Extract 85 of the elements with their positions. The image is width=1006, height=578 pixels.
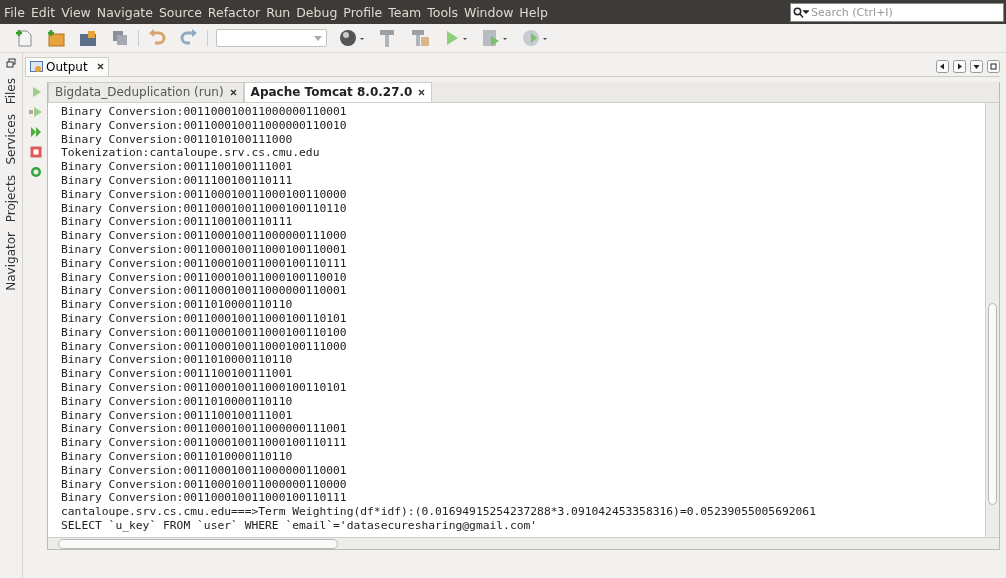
dropdown-icon[interactable] xyxy=(970,59,983,73)
console-line: Binary Conversion:0011100100111001 xyxy=(61,367,294,381)
redo-icon[interactable] xyxy=(179,28,199,48)
console-line: Binary Conversion:0011010000110110 xyxy=(61,298,294,312)
console-line: Binary Conversion:0011100100111001 xyxy=(61,408,294,423)
side-tab[interactable]: Services xyxy=(4,114,18,165)
console-line: Binary Conversion:001100010011000100110111 xyxy=(61,436,348,450)
console-line: Binary Conversion:001100010011000000110001 xyxy=(61,284,348,299)
horizontal-scrollbar[interactable] xyxy=(48,537,999,549)
vertical-scrollbar[interactable] xyxy=(985,103,999,537)
console-line: Binary Conversion:001100010011000000110000 xyxy=(61,477,348,492)
console-line: Binary Conversion:001100010011000100111000 xyxy=(61,339,348,354)
close-icon[interactable] xyxy=(96,63,104,70)
scroll-left-icon[interactable] xyxy=(936,59,949,73)
scrollbar-thumb[interactable] xyxy=(988,303,997,505)
undo-icon[interactable] xyxy=(147,28,167,48)
menu-item[interactable]: Debug xyxy=(296,4,338,20)
scroll-right-icon[interactable] xyxy=(953,59,966,73)
maximize-icon[interactable] xyxy=(987,59,1000,73)
output-window-icon xyxy=(30,60,43,73)
tab-label: Output xyxy=(46,59,88,74)
globe-icon[interactable] xyxy=(339,28,365,48)
menu-item[interactable]: Help xyxy=(519,4,548,20)
console-line: Binary Conversion:001100010011000100110100 xyxy=(61,325,348,340)
console-line: Binary Conversion:001100010011000000110001 xyxy=(61,105,348,119)
hammer-icon[interactable] xyxy=(377,28,397,48)
fast-forward-icon[interactable] xyxy=(30,126,42,138)
configuration-dropdown[interactable] xyxy=(216,29,327,47)
console-line: Binary Conversion:001100010011000100110101 xyxy=(61,311,348,326)
console-line: Binary Conversion:0011010000110110 xyxy=(61,449,294,464)
console-line: Binary Conversion:001100010011000000110001 xyxy=(61,463,348,478)
restore-window-icon[interactable] xyxy=(6,58,16,68)
console-line: Binary Conversion:0011010100111000 xyxy=(61,132,294,147)
menu-item[interactable]: Tools xyxy=(427,4,459,20)
scrollbar-thumb[interactable] xyxy=(58,539,338,549)
console-line: Binary Conversion:0011100100111001 xyxy=(61,160,294,174)
console-line: Tokenization:cantaloupe.srv.cs.cmu.edu xyxy=(61,146,321,161)
menu-item[interactable]: Edit xyxy=(30,4,56,20)
output-tab[interactable]: Output xyxy=(25,56,109,76)
close-icon[interactable] xyxy=(418,89,426,96)
side-tab[interactable]: Navigator xyxy=(4,232,18,291)
side-tab[interactable]: Projects xyxy=(4,174,18,223)
console-line: Binary Conversion:0011100100110111 xyxy=(61,174,294,188)
console-line: Binary Conversion:0011010000110110 xyxy=(61,394,294,409)
menu-item[interactable]: Window xyxy=(464,4,514,20)
debug-icon[interactable] xyxy=(481,28,509,48)
console-line: Binary Conversion:001100010011000000111001 xyxy=(61,422,348,437)
close-icon[interactable] xyxy=(229,89,237,96)
menu-item[interactable]: Run xyxy=(266,4,291,20)
console-line: Binary Conversion:001100010011000100110110 xyxy=(61,201,348,216)
rerun-icon[interactable] xyxy=(30,86,42,98)
menu-item[interactable]: Source xyxy=(158,4,202,20)
profile-icon[interactable] xyxy=(521,28,549,48)
side-tab[interactable]: Files xyxy=(4,78,18,105)
menu-item[interactable]: Refactor xyxy=(207,4,261,20)
console-line: Binary Conversion:001100010011000100110001 xyxy=(61,242,348,257)
search-input[interactable]: Search (Ctrl+I) xyxy=(811,5,996,19)
console-line: Binary Conversion:0011100100110111 xyxy=(61,215,294,230)
console-line: Binary Conversion:001100010011000000111000 xyxy=(61,229,348,243)
menu-item[interactable]: File xyxy=(4,4,25,20)
console-line: Binary Conversion:001100010011000100110000 xyxy=(61,187,348,202)
new-project-icon[interactable] xyxy=(46,28,66,48)
console-line: Binary Conversion:001100010011000100110111 xyxy=(61,491,348,506)
menu-item[interactable]: View xyxy=(61,4,91,20)
open-project-icon[interactable] xyxy=(78,28,98,48)
search-icon xyxy=(793,6,809,18)
stop-icon[interactable] xyxy=(30,146,42,158)
console-line: Binary Conversion:001100010011000000110010 xyxy=(61,118,348,133)
save-all-icon[interactable] xyxy=(110,28,130,48)
console-line: SELECT `u_key` FROM `user` WHERE `email`='datasecuresharing@gmail.com' xyxy=(61,518,539,533)
menu-item[interactable]: Team xyxy=(388,4,422,20)
console-tab[interactable]: Apache Tomcat 8.0.27.0 xyxy=(243,82,433,102)
console-line: Binary Conversion:0011010000110110 xyxy=(61,353,294,368)
menu-item[interactable]: Navigate xyxy=(96,4,153,20)
search-field[interactable]: Search (Ctrl+I) xyxy=(790,2,1004,22)
caret-icon xyxy=(314,35,322,41)
clean-build-icon[interactable] xyxy=(409,28,431,48)
rerun-with-parameters-icon[interactable] xyxy=(29,106,43,118)
refresh-icon[interactable] xyxy=(30,166,42,178)
menu-item[interactable]: Profile xyxy=(343,4,383,20)
console-line: cantaloupe.srv.cs.cmu.edu===>Term Weighting(df*idf):(0.01694915254237288*3.091042453358316)=0.05239055005692061 xyxy=(61,505,817,519)
console-line: Binary Conversion:001100010011000100110111 xyxy=(61,256,348,271)
console-line: Binary Conversion:001100010011000100110010 xyxy=(61,270,348,285)
new-file-icon[interactable] xyxy=(14,28,34,48)
console-line: Binary Conversion:001100010011000100110101 xyxy=(61,380,348,395)
